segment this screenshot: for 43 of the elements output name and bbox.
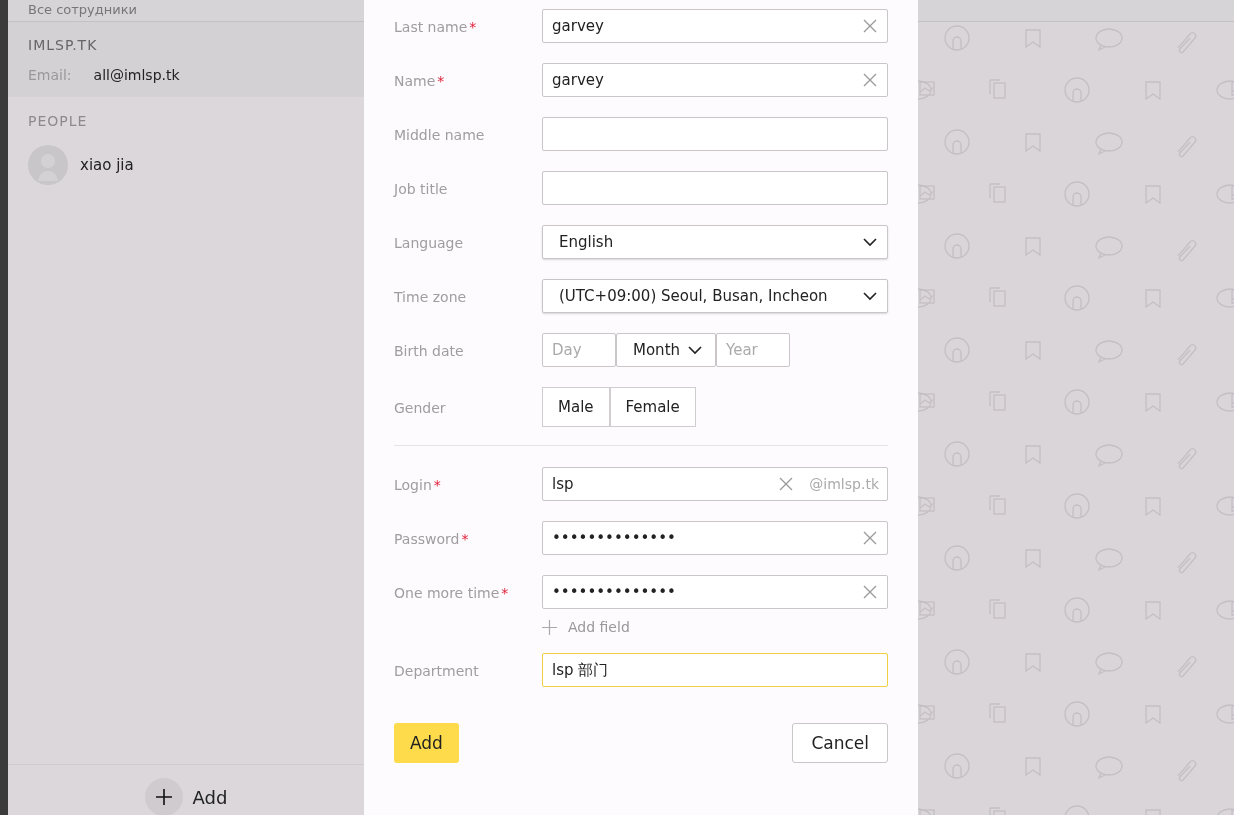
person-name[interactable]: xiao jia xyxy=(80,156,134,174)
input-field[interactable]: •••••••••••••• xyxy=(542,521,888,555)
input-field[interactable] xyxy=(542,117,888,151)
field-label: Login* xyxy=(394,476,441,493)
clear-icon[interactable] xyxy=(863,73,877,87)
clear-icon[interactable] xyxy=(779,477,794,491)
clear-icon[interactable] xyxy=(863,19,877,33)
chevron-icon xyxy=(688,345,702,355)
field-label: Language xyxy=(394,234,464,251)
field-label: Name* xyxy=(394,72,445,89)
dropdown[interactable]: (UTC+09:00) Seoul, Busan, Incheon xyxy=(542,279,888,313)
email-label: Email: xyxy=(28,67,72,83)
field-label: Job title xyxy=(394,180,448,197)
input-field[interactable] xyxy=(542,171,888,205)
email-address: all@imlsp.tk xyxy=(93,67,180,83)
dialog-button[interactable]: Add xyxy=(394,723,459,763)
domain-suffix: @imlsp.tk xyxy=(809,476,879,492)
field-label: Department xyxy=(394,662,479,679)
dropdown[interactable]: English xyxy=(542,225,888,259)
toggle-button[interactable]: Female xyxy=(609,387,696,427)
input-field[interactable]: lsp @imlsp.tk xyxy=(542,467,888,501)
field-label: Birth date xyxy=(394,342,464,359)
field-label: One more time* xyxy=(394,584,509,601)
field-label: Middle name xyxy=(394,126,485,143)
input-field[interactable]: garvey xyxy=(542,63,888,97)
toggle-button[interactable]: Male xyxy=(542,387,610,427)
field-label: Password* xyxy=(394,530,469,547)
chevron-icon xyxy=(863,291,877,301)
input-field[interactable]: garvey xyxy=(542,9,888,43)
plus-icon xyxy=(542,619,557,635)
dropdown[interactable]: Month xyxy=(616,333,716,367)
field-label: Last name* xyxy=(394,18,477,35)
section-title: PEOPLE xyxy=(28,113,89,129)
clear-icon[interactable] xyxy=(863,531,877,545)
chevron-icon xyxy=(863,237,877,247)
dialog-button[interactable]: Cancel xyxy=(792,723,888,763)
field-label: Gender xyxy=(394,399,446,416)
clear-icon[interactable] xyxy=(863,585,877,599)
add-button[interactable]: Add xyxy=(144,778,228,815)
input-field[interactable]: lsp 部门 xyxy=(542,653,888,687)
organization-name: IMLSP.TK xyxy=(28,37,99,53)
input-field[interactable]: •••••••••••••• xyxy=(542,575,888,609)
field-label: Time zone xyxy=(394,288,467,305)
